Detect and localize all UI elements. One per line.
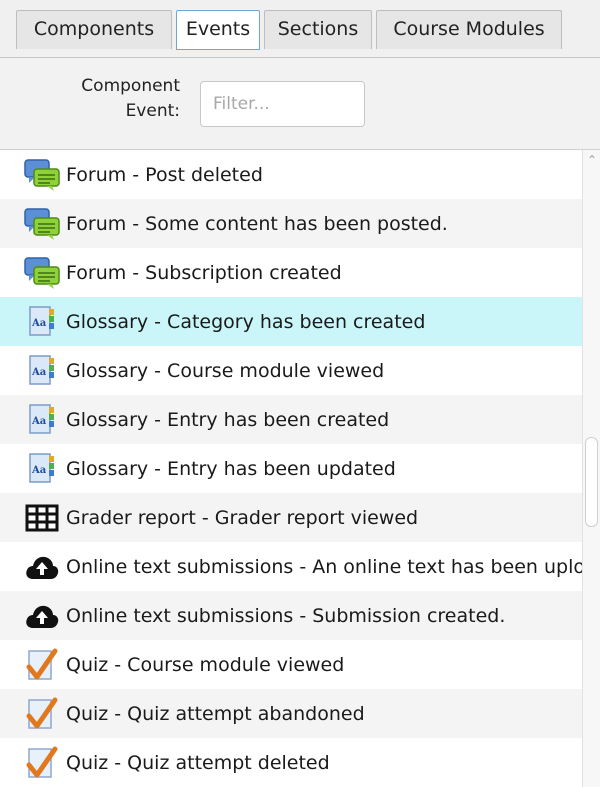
filter-input[interactable] [200, 81, 365, 127]
event-row[interactable]: Aa Glossary - Entry has been updated [0, 444, 582, 493]
event-list: Forum - Post deleted Forum - Some content… [0, 150, 582, 787]
event-label: Quiz - Quiz attempt deleted [66, 751, 330, 774]
event-row[interactable]: Forum - Some content has been posted. [0, 199, 582, 248]
vertical-scrollbar[interactable]: ⌃ [582, 150, 600, 787]
event-row[interactable]: Forum - Post deleted [0, 150, 582, 199]
event-label: Glossary - Course module viewed [66, 359, 385, 382]
event-label: Quiz - Course module viewed [66, 653, 345, 676]
scroll-thumb[interactable] [585, 437, 598, 527]
event-label: Glossary - Entry has been updated [66, 457, 396, 480]
event-row[interactable]: Online text submissions - An online text… [0, 542, 582, 591]
event-row[interactable]: Online text submissions - Submission cre… [0, 591, 582, 640]
event-label: Forum - Some content has been posted. [66, 212, 448, 235]
quiz-check-icon [22, 645, 62, 685]
event-label: Online text submissions - Submission cre… [66, 604, 506, 627]
svg-text:Aa: Aa [31, 416, 47, 427]
cloud-upload-icon [22, 547, 62, 587]
svg-text:Aa: Aa [31, 367, 47, 378]
event-label: Forum - Post deleted [66, 163, 263, 186]
event-row[interactable]: Quiz - Quiz attempt deleted [0, 738, 582, 787]
tab-bar: Components Events Sections Course Module… [0, 0, 600, 58]
tab-components[interactable]: Components [16, 10, 172, 49]
event-label: Glossary - Entry has been created [66, 408, 390, 431]
grader-table-icon [22, 498, 62, 538]
tab-events[interactable]: Events [176, 10, 260, 50]
event-row[interactable]: Grader report - Grader report viewed [0, 493, 582, 542]
glossary-icon: Aa [22, 400, 62, 440]
forum-icon [22, 155, 62, 195]
chevron-up-icon[interactable]: ⌃ [583, 150, 600, 170]
event-row[interactable]: Aa Glossary - Category has been created [0, 297, 582, 346]
event-row[interactable]: Forum - Subscription created [0, 248, 582, 297]
svg-text:Aa: Aa [31, 318, 47, 329]
forum-icon [22, 253, 62, 293]
event-label: Online text submissions - An online text… [66, 555, 582, 578]
event-label: Quiz - Quiz attempt abandoned [66, 702, 365, 725]
event-row[interactable]: Quiz - Quiz attempt abandoned [0, 689, 582, 738]
svg-text:Aa: Aa [31, 465, 47, 476]
tab-course-modules[interactable]: Course Modules [376, 10, 562, 49]
event-label: Grader report - Grader report viewed [66, 506, 419, 529]
event-row[interactable]: Aa Glossary - Entry has been created [0, 395, 582, 444]
forum-icon [22, 204, 62, 244]
quiz-check-icon [22, 743, 62, 783]
glossary-icon: Aa [22, 449, 62, 489]
event-row[interactable]: Aa Glossary - Course module viewed [0, 346, 582, 395]
quiz-check-icon [22, 694, 62, 734]
event-row[interactable]: Quiz - Course module viewed [0, 640, 582, 689]
glossary-icon: Aa [22, 302, 62, 342]
event-label: Glossary - Category has been created [66, 310, 426, 333]
glossary-icon: Aa [22, 351, 62, 391]
cloud-upload-icon [22, 596, 62, 636]
filter-row: Component Event: [0, 58, 600, 150]
filter-label: Component Event: [81, 76, 180, 121]
tab-sections[interactable]: Sections [264, 10, 372, 49]
event-label: Forum - Subscription created [66, 261, 342, 284]
